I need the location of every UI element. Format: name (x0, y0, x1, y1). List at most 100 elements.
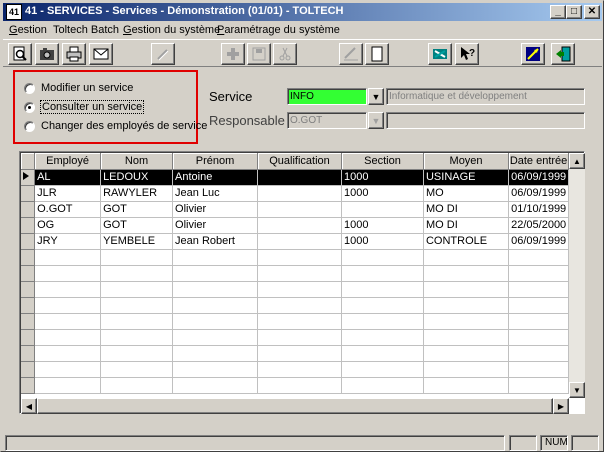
table-cell[interactable]: 06/09/1999 (508, 169, 569, 186)
table-cell[interactable]: MO (423, 185, 510, 202)
table-row[interactable] (21, 313, 569, 330)
table-cell[interactable] (172, 297, 259, 314)
table-cell[interactable]: RAWYLER (100, 185, 174, 202)
table-cell[interactable] (257, 201, 342, 218)
table-cell[interactable] (341, 201, 424, 218)
table-row[interactable] (21, 377, 569, 394)
maximize-button[interactable]: □ (566, 5, 582, 19)
table-cell[interactable] (100, 265, 174, 282)
table-cell[interactable] (257, 185, 342, 202)
horizontal-scroll-thumb[interactable] (37, 398, 553, 414)
column-header[interactable]: Section (341, 153, 424, 170)
table-row[interactable]: O.GOT GOT Olivier MO DI 01/10/1999 (21, 201, 569, 218)
table-cell[interactable] (341, 265, 424, 282)
row-header[interactable] (21, 377, 36, 394)
table-cell[interactable]: YEMBELE (100, 233, 174, 250)
table-cell[interactable] (341, 329, 424, 346)
table-cell[interactable]: Antoine (172, 169, 259, 186)
row-header[interactable] (21, 185, 36, 202)
table-cell[interactable] (508, 297, 569, 314)
table-cell[interactable] (341, 313, 424, 330)
add-disabled-button[interactable] (221, 43, 245, 65)
column-header[interactable]: Date entrée (508, 153, 569, 170)
table-cell[interactable] (172, 361, 259, 378)
table-cell[interactable] (341, 297, 424, 314)
horizontal-scrollbar[interactable]: ◀ ▶ (21, 398, 569, 414)
table-cell[interactable] (100, 377, 174, 394)
table-cell[interactable] (257, 345, 342, 362)
row-header[interactable] (21, 169, 36, 186)
table-cell[interactable] (341, 345, 424, 362)
table-cell[interactable] (34, 313, 102, 330)
camera-button[interactable] (35, 43, 59, 65)
table-cell[interactable] (172, 265, 259, 282)
responsable-dropdown-button[interactable]: ▼ (368, 112, 384, 129)
table-cell[interactable] (34, 345, 102, 362)
table-cell[interactable] (257, 313, 342, 330)
menu-item[interactable]: Paramétrage du système (217, 24, 340, 36)
table-cell[interactable]: 01/10/1999 (508, 201, 569, 218)
radio-modifier-service[interactable]: Modifier un service (24, 82, 133, 94)
row-header[interactable] (21, 249, 36, 266)
row-header[interactable] (21, 329, 36, 346)
table-cell[interactable]: GOT (100, 217, 174, 234)
table-cell[interactable] (341, 377, 424, 394)
table-cell[interactable]: Olivier (172, 217, 259, 234)
table-cell[interactable] (423, 265, 510, 282)
table-row[interactable]: OG GOT Olivier 1000 MO DI 22/05/2000 (21, 217, 569, 234)
table-cell[interactable]: AL (34, 169, 102, 186)
table-cell[interactable]: 06/09/1999 (508, 233, 569, 250)
row-header[interactable] (21, 345, 36, 362)
save-disabled-button[interactable] (247, 43, 271, 65)
table-cell[interactable]: Olivier (172, 201, 259, 218)
table-row[interactable] (21, 345, 569, 362)
table-row[interactable] (21, 329, 569, 346)
table-cell[interactable] (508, 377, 569, 394)
column-header[interactable]: Nom (100, 153, 174, 170)
table-cell[interactable]: CONTROLE (423, 233, 510, 250)
table-row[interactable] (21, 249, 569, 266)
table-cell[interactable]: JLR (34, 185, 102, 202)
column-header[interactable]: Prénom (172, 153, 259, 170)
table-cell[interactable] (341, 249, 424, 266)
table-cell[interactable] (34, 281, 102, 298)
service-code-input[interactable]: INFO (287, 88, 367, 105)
table-row[interactable] (21, 265, 569, 282)
table-cell[interactable]: 1000 (341, 185, 424, 202)
table-cell[interactable] (100, 297, 174, 314)
table-row[interactable]: JLR RAWYLER Jean Luc 1000 MO 06/09/1999 (21, 185, 569, 202)
table-cell[interactable] (172, 377, 259, 394)
table-cell[interactable] (34, 265, 102, 282)
table-cell[interactable] (172, 249, 259, 266)
new-document-button[interactable] (365, 43, 389, 65)
table-cell[interactable]: OG (34, 217, 102, 234)
column-header[interactable]: Employé (34, 153, 102, 170)
table-cell[interactable]: 1000 (341, 169, 424, 186)
row-header[interactable] (21, 233, 36, 250)
table-cell[interactable]: Jean Robert (172, 233, 259, 250)
service-dropdown-button[interactable]: ▼ (368, 88, 384, 105)
scroll-right-button[interactable]: ▶ (553, 398, 569, 414)
table-cell[interactable]: MO DI (423, 217, 510, 234)
table-cell[interactable] (172, 329, 259, 346)
edit-disabled-button[interactable] (151, 43, 175, 65)
table-row[interactable]: JRY YEMBELE Jean Robert 1000 CONTROLE 06/09/1… (21, 233, 569, 250)
table-cell[interactable]: Jean Luc (172, 185, 259, 202)
table-cell[interactable] (100, 361, 174, 378)
table-cell[interactable] (34, 361, 102, 378)
menu-item[interactable]: Gestion (9, 24, 47, 36)
row-header[interactable] (21, 201, 36, 218)
table-cell[interactable] (257, 377, 342, 394)
table-cell[interactable] (100, 281, 174, 298)
table-cell[interactable] (423, 345, 510, 362)
table-cell[interactable] (508, 329, 569, 346)
table-cell[interactable]: LEDOUX (100, 169, 174, 186)
table-cell[interactable]: O.GOT (34, 201, 102, 218)
minimize-button[interactable]: _ (550, 5, 566, 19)
table-row[interactable]: AL LEDOUX Antoine 1000 USINAGE 06/09/1999 (21, 169, 569, 186)
table-cell[interactable] (34, 249, 102, 266)
close-button[interactable]: ✕ (584, 5, 600, 19)
table-cell[interactable] (257, 249, 342, 266)
app-icon[interactable]: 41 (6, 4, 22, 20)
table-cell[interactable] (257, 281, 342, 298)
